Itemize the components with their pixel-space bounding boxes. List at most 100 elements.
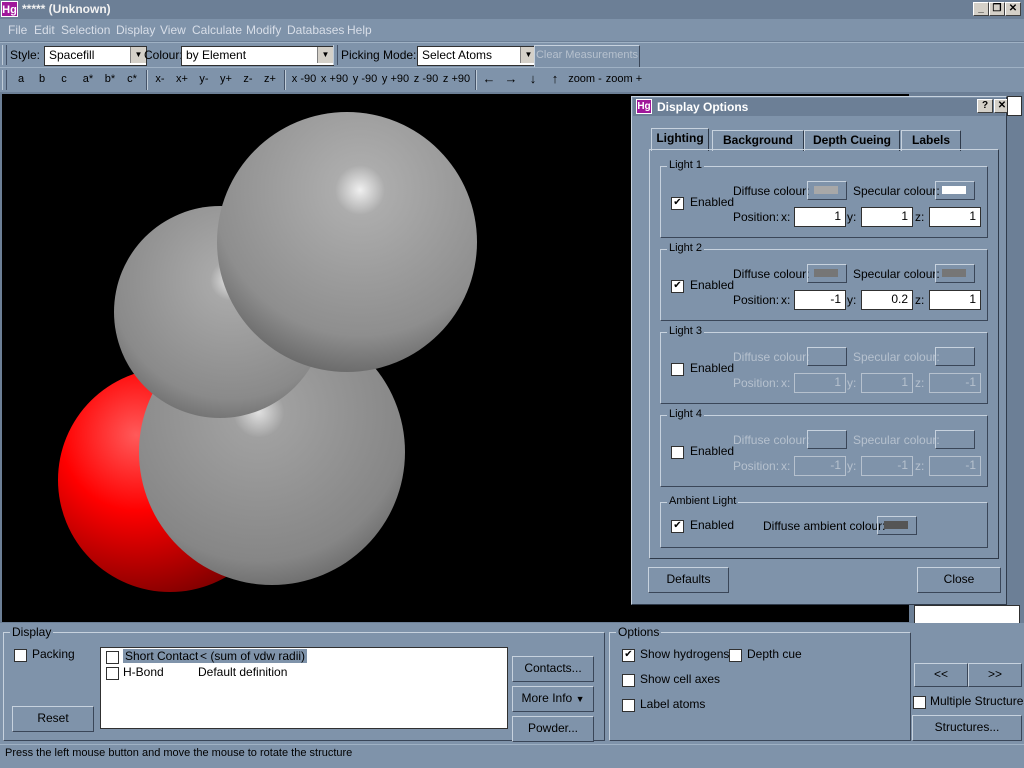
toolbar-grip[interactable] xyxy=(2,45,7,65)
menu-selection[interactable]: Selection xyxy=(61,23,110,37)
close-button[interactable]: Close xyxy=(917,567,1001,593)
zoom-out-button[interactable]: zoom - xyxy=(568,68,602,90)
menu-help[interactable]: Help xyxy=(347,23,372,37)
tab-lighting[interactable]: Lighting xyxy=(651,128,709,151)
position-y-input[interactable]: -1 xyxy=(861,456,913,476)
h-bond-checkbox[interactable] xyxy=(106,667,119,680)
ambient-enabled-checkbox[interactable]: ✔ xyxy=(671,520,684,533)
next-structure-button[interactable]: >> xyxy=(968,663,1022,687)
picking-mode-select[interactable]: Select Atoms ▼ xyxy=(417,46,537,66)
view-c-star-button[interactable]: c* xyxy=(122,68,142,90)
label-atoms-checkbox[interactable] xyxy=(622,699,635,712)
position-z-input[interactable]: -1 xyxy=(929,373,981,393)
short-contact-definition[interactable]: < (sum of vdw radii) xyxy=(198,649,308,663)
contacts-button[interactable]: Contacts... xyxy=(512,656,594,682)
specular-colour-swatch[interactable] xyxy=(935,430,975,449)
dialog-title-bar[interactable]: Hg Display Options ? ✕ xyxy=(633,98,1010,116)
tab-background[interactable]: Background xyxy=(712,130,804,151)
multiple-structures-checkbox[interactable] xyxy=(913,696,926,709)
menu-edit[interactable]: Edit xyxy=(34,23,55,37)
show-cell-axes-checkbox[interactable] xyxy=(622,674,635,687)
light-enabled-checkbox[interactable] xyxy=(671,446,684,459)
arrow-left-icon[interactable]: ← xyxy=(480,68,498,90)
short-contact-checkbox[interactable] xyxy=(106,651,119,664)
menu-calculate[interactable]: Calculate xyxy=(192,23,242,37)
toolbar-grip[interactable] xyxy=(2,70,7,90)
menu-databases[interactable]: Databases xyxy=(287,23,344,37)
menu-display[interactable]: Display xyxy=(116,23,155,37)
view-x-minus-button[interactable]: x- xyxy=(150,68,170,90)
rotate-y-plus-90-button[interactable]: y +90 xyxy=(380,68,411,90)
diffuse-colour-swatch[interactable] xyxy=(807,347,847,366)
ambient-colour-swatch[interactable] xyxy=(877,516,917,535)
short-contact-name[interactable]: Short Contact xyxy=(123,649,201,663)
view-a-button[interactable]: a xyxy=(13,68,29,90)
view-b-star-button[interactable]: b* xyxy=(100,68,120,90)
packing-checkbox[interactable] xyxy=(14,649,27,662)
toolbar-grip[interactable] xyxy=(333,45,338,65)
position-y-input[interactable]: 1 xyxy=(861,207,913,227)
tab-depth-cueing[interactable]: Depth Cueing xyxy=(804,130,900,151)
position-x-input[interactable]: -1 xyxy=(794,290,846,310)
rotate-z-minus-90-button[interactable]: z -90 xyxy=(411,68,441,90)
rotate-x-minus-90-button[interactable]: x -90 xyxy=(289,68,319,90)
view-z-minus-button[interactable]: z- xyxy=(238,68,258,90)
structures-list-top[interactable] xyxy=(1007,96,1022,116)
more-info-button[interactable]: More Info ▼ xyxy=(512,686,594,712)
close-window-button[interactable]: ✕ xyxy=(1005,2,1021,16)
style-select[interactable]: Spacefill ▼ xyxy=(44,46,147,66)
view-a-star-button[interactable]: a* xyxy=(78,68,98,90)
defaults-button[interactable]: Defaults xyxy=(648,567,729,593)
tab-labels[interactable]: Labels xyxy=(901,130,961,151)
light-enabled-checkbox[interactable]: ✔ xyxy=(671,280,684,293)
specular-colour-swatch[interactable] xyxy=(935,264,975,283)
arrow-right-icon[interactable]: → xyxy=(502,68,520,90)
atom-carbon-3[interactable] xyxy=(217,112,477,372)
specular-colour-swatch[interactable] xyxy=(935,347,975,366)
reset-button[interactable]: Reset xyxy=(12,706,94,732)
structures-button[interactable]: Structures... xyxy=(912,715,1022,741)
view-y-plus-button[interactable]: y+ xyxy=(216,68,236,90)
view-c-button[interactable]: c xyxy=(56,68,72,90)
h-bond-name[interactable]: H-Bond xyxy=(123,665,164,679)
contacts-list[interactable]: Short Contact < (sum of vdw radii) H-Bon… xyxy=(100,647,508,729)
rotate-z-plus-90-button[interactable]: z +90 xyxy=(441,68,472,90)
help-button[interactable]: ? xyxy=(977,99,993,113)
rotate-y-minus-90-button[interactable]: y -90 xyxy=(350,68,380,90)
view-y-minus-button[interactable]: y- xyxy=(194,68,214,90)
zoom-in-button[interactable]: zoom + xyxy=(605,68,643,90)
arrow-down-icon[interactable]: ↓ xyxy=(524,68,542,90)
light-enabled-checkbox[interactable]: ✔ xyxy=(671,197,684,210)
position-x-input[interactable]: -1 xyxy=(794,456,846,476)
minimize-button[interactable]: _ xyxy=(973,2,989,16)
diffuse-colour-swatch[interactable] xyxy=(807,264,847,283)
light-enabled-checkbox[interactable] xyxy=(671,363,684,376)
depth-cue-checkbox[interactable] xyxy=(729,649,742,662)
view-b-button[interactable]: b xyxy=(34,68,50,90)
menu-view[interactable]: View xyxy=(160,23,186,37)
clear-measurements-button[interactable]: Clear Measurements xyxy=(534,45,640,68)
arrow-up-icon[interactable]: ↑ xyxy=(546,68,564,90)
specular-colour-swatch[interactable] xyxy=(935,181,975,200)
h-bond-definition[interactable]: Default definition xyxy=(198,665,287,679)
ambient-colour-label: Diffuse ambient colour: xyxy=(763,519,886,533)
position-y-input[interactable]: 1 xyxy=(861,373,913,393)
menu-file[interactable]: File xyxy=(8,23,27,37)
diffuse-colour-swatch[interactable] xyxy=(807,430,847,449)
view-x-plus-button[interactable]: x+ xyxy=(172,68,192,90)
position-y-input[interactable]: 0.2 xyxy=(861,290,913,310)
show-hydrogens-checkbox[interactable]: ✔ xyxy=(622,649,635,662)
position-z-input[interactable]: -1 xyxy=(929,456,981,476)
colour-select[interactable]: by Element ▼ xyxy=(181,46,334,66)
previous-structure-button[interactable]: << xyxy=(914,663,968,687)
view-z-plus-button[interactable]: z+ xyxy=(260,68,280,90)
diffuse-colour-swatch[interactable] xyxy=(807,181,847,200)
powder-button[interactable]: Powder... xyxy=(512,716,594,742)
rotate-x-plus-90-button[interactable]: x +90 xyxy=(319,68,350,90)
menu-modify[interactable]: Modify xyxy=(246,23,281,37)
position-x-input[interactable]: 1 xyxy=(794,373,846,393)
position-x-input[interactable]: 1 xyxy=(794,207,846,227)
restore-button[interactable]: ❐ xyxy=(989,2,1005,16)
position-z-input[interactable]: 1 xyxy=(929,207,981,227)
position-z-input[interactable]: 1 xyxy=(929,290,981,310)
